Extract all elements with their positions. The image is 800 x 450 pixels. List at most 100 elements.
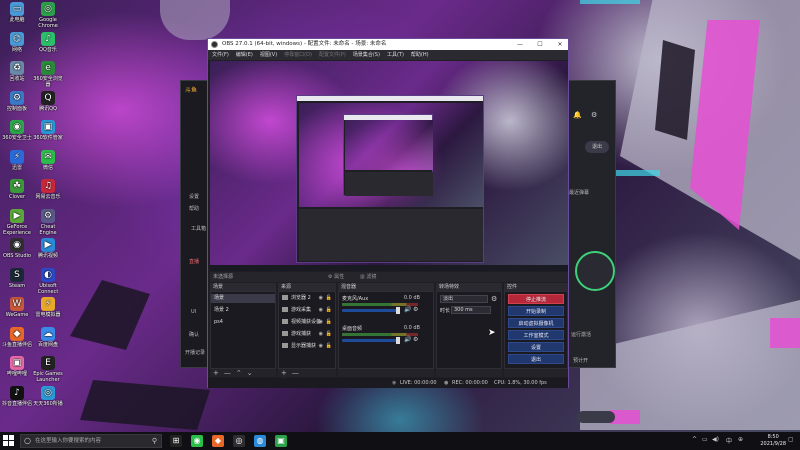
lock-icon[interactable]: 🔓 <box>326 296 332 301</box>
lock-icon[interactable]: 🔓 <box>326 320 332 325</box>
close-icon[interactable]: ✕ <box>550 39 570 50</box>
desktop-icon[interactable]: ⚡ 雷电模拟器 <box>33 297 63 318</box>
menu-item[interactable]: 帮助(H) <box>411 52 429 58</box>
gear-icon[interactable]: ⚙ <box>413 336 418 343</box>
volume-slider[interactable] <box>342 339 398 342</box>
notification-center-icon[interactable]: ▢ <box>788 436 794 443</box>
visibility-eye-icon[interactable]: ◉ <box>319 296 323 301</box>
visibility-eye-icon[interactable]: ◉ <box>319 320 323 325</box>
live-label[interactable]: 直播 <box>189 258 199 265</box>
minimize-icon[interactable]: — <box>510 39 530 50</box>
menu-item[interactable]: 编辑(E) <box>236 52 253 58</box>
volume-slider-handle[interactable] <box>396 307 400 314</box>
desktop-icon[interactable]: ▶ GeForce Experience <box>2 208 32 236</box>
visibility-eye-icon[interactable]: ◉ <box>319 308 323 313</box>
desktop-icon[interactable]: Q 腾讯QQ <box>33 90 63 112</box>
desktop-icon[interactable]: ▣ 360软件管家 <box>33 120 63 141</box>
desktop-icon[interactable]: ◎ Google Chrome <box>33 2 63 29</box>
microphone-icon[interactable]: ⚲ <box>152 435 157 447</box>
control-button[interactable]: 启动虚拟摄像机 <box>508 318 564 328</box>
desktop-icon[interactable]: ♫ 网易云音乐 <box>33 179 63 200</box>
down-icon[interactable]: ⌄ <box>247 369 253 377</box>
desktop-icon[interactable]: ♻ 回收站 <box>2 61 32 82</box>
desktop-icon[interactable]: ☁ 百度网盘 <box>33 326 63 348</box>
run-button[interactable] <box>577 411 615 423</box>
desktop-icon[interactable]: ▣ 哔哩哔哩 <box>2 356 32 377</box>
menu-item[interactable]: 工具(T) <box>387 52 404 58</box>
add-icon[interactable]: + <box>213 369 219 377</box>
notification-icons[interactable]: 🔔 ⚙ <box>573 111 613 119</box>
obs-preview-canvas[interactable] <box>210 61 568 271</box>
duration-input[interactable]: 300 ms <box>451 306 491 314</box>
source-item[interactable]: 显示器捕获 ◉ 🔓 <box>279 342 335 351</box>
tray-chevron-icon[interactable]: ^ <box>692 436 697 443</box>
desktop-icon[interactable]: ⌬ 网络 <box>2 31 32 53</box>
taskbar-app-icon[interactable]: ⊞ <box>170 435 182 447</box>
tray-network-icon[interactable]: ▭ <box>702 436 708 443</box>
taskbar-app-icon[interactable]: ▣ <box>275 435 287 447</box>
source-item[interactable]: 游戏采集 ◉ 🔓 <box>279 306 335 315</box>
visibility-eye-icon[interactable]: ◉ <box>319 332 323 337</box>
taskbar-search-box[interactable]: ○ 在这里输入你要搜索的内容 ⚲ <box>20 434 162 448</box>
desktop-icon[interactable]: W WeGame <box>2 297 32 318</box>
desktop-icon[interactable]: ♪ QQ音乐 <box>33 31 63 53</box>
control-button[interactable]: 设置 <box>508 342 564 352</box>
menu-item[interactable]: 场景集合(S) <box>353 52 380 58</box>
desktop-icon[interactable]: ◐ Ubisoft Connect <box>33 267 63 295</box>
menu-item[interactable]: 文件(F) <box>212 52 229 58</box>
desktop-icon[interactable]: ⚙ 控制面板 <box>2 90 32 112</box>
menu-item[interactable]: 配置文件(P) <box>319 52 346 58</box>
windows-start-icon[interactable] <box>3 435 15 447</box>
scene-item[interactable]: ps4 <box>211 318 275 327</box>
settings-icon[interactable]: ⚙ <box>591 111 597 119</box>
up-icon[interactable]: ⌃ <box>236 369 242 377</box>
lock-icon[interactable]: 🔓 <box>326 308 332 313</box>
speaker-icon[interactable]: 🔊 <box>404 306 411 313</box>
desktop-icon[interactable]: ◉ OBS Studio <box>2 238 32 259</box>
desktop-icon[interactable]: ▭ 此电脑 <box>2 2 32 23</box>
visibility-eye-icon[interactable]: ◉ <box>319 344 323 349</box>
menu-item[interactable]: 停靠窗口(D) <box>284 52 312 58</box>
desktop-icon[interactable]: ✉ 微信 <box>33 149 63 171</box>
desktop-icon[interactable]: ☘ Clover <box>2 179 32 200</box>
control-button[interactable]: 停止推流 <box>508 294 564 304</box>
scene-item[interactable]: 场景 <box>211 294 275 303</box>
scene-item[interactable]: 场景 2 <box>211 306 275 315</box>
desktop-icon[interactable]: ◆ 斗鱼直播伴侣 <box>2 326 32 348</box>
side-label-a[interactable]: 设置 <box>189 193 199 200</box>
lock-icon[interactable]: 🔓 <box>326 332 332 337</box>
bell-icon[interactable]: 🔔 <box>573 111 582 119</box>
taskbar-app-icon[interactable]: ◉ <box>191 435 203 447</box>
menu-item[interactable]: 视图(V) <box>260 52 277 58</box>
desktop-icon[interactable]: ♪ 抖音直播伴侣 <box>2 385 32 407</box>
add-icon[interactable]: + <box>281 369 287 377</box>
source-item[interactable]: 浏览器 2 ◉ 🔓 <box>279 294 335 303</box>
tray-ime-icon[interactable]: 中 <box>726 436 732 445</box>
source-item[interactable]: 游戏捕获 ◉ 🔓 <box>279 330 335 339</box>
tray-app-icon[interactable]: ⊕ <box>738 436 743 443</box>
properties-button[interactable]: ⚙ 属性 <box>328 274 344 280</box>
taskbar-app-icon[interactable]: ◎ <box>233 435 245 447</box>
maximize-icon[interactable]: ☐ <box>530 39 550 50</box>
filters-button[interactable]: ▥ 滤镜 <box>360 274 376 280</box>
volume-slider-handle[interactable] <box>396 337 400 344</box>
desktop-icon[interactable]: ◉ 360安全卫士 <box>2 120 32 141</box>
taskbar-app-icon[interactable]: ◆ <box>212 435 224 447</box>
desktop-icon[interactable]: ⚙ Cheat Engine <box>33 208 63 236</box>
transition-type-select[interactable]: 淡出 <box>440 295 488 303</box>
desktop-icon[interactable]: S Steam <box>2 267 32 289</box>
desktop-icon[interactable]: E Epic Games Launcher <box>33 356 63 383</box>
remove-icon[interactable]: — <box>224 369 231 377</box>
exit-button[interactable]: 退出 <box>585 141 609 153</box>
desktop-icon[interactable]: e 360安全浏览器 <box>33 61 63 88</box>
tray-volume-icon[interactable]: ◀) <box>712 436 719 443</box>
log-label[interactable]: 开播记录 <box>185 349 205 356</box>
remove-icon[interactable]: — <box>292 369 299 377</box>
lock-icon[interactable]: 🔓 <box>326 344 332 349</box>
desktop-icon[interactable]: ◎ 天天360所播 <box>33 385 63 407</box>
gear-icon[interactable]: ⚙ <box>413 306 418 313</box>
desktop-icon[interactable]: ▶ 腾讯视频 <box>33 238 63 259</box>
taskbar-clock[interactable]: 8:50 2021/9/28 <box>760 434 786 448</box>
source-item[interactable]: 视频捕获设备 ◉ 🔓 <box>279 318 335 327</box>
control-button[interactable]: 工作室模式 <box>508 330 564 340</box>
